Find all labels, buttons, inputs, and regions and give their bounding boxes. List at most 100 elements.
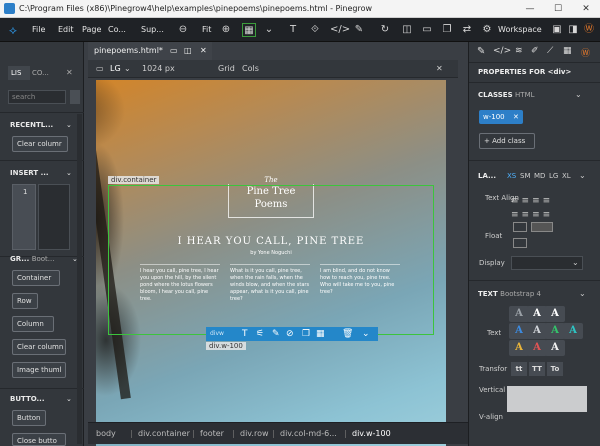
text-tool-icon[interactable]: T [242, 328, 248, 340]
remove-class-icon[interactable]: ✕ [513, 110, 519, 124]
layers-icon[interactable]: ❐ [440, 23, 454, 37]
classes-header[interactable]: CLASSES HTML [478, 91, 535, 99]
sliders-icon[interactable]: ⚟ [256, 328, 264, 340]
float-left-button[interactable] [513, 222, 527, 232]
breadcrumb-row[interactable]: div.row [240, 429, 269, 438]
text-color-muted[interactable]: A [509, 306, 529, 322]
text-color-success[interactable]: A [545, 323, 565, 339]
recent-header[interactable]: RECENTL... ⌄ [10, 121, 72, 129]
sync-icon[interactable]: ⇄ [460, 23, 474, 37]
class-chip[interactable]: w-100 ✕ [479, 110, 523, 124]
minimize-button[interactable]: — [516, 0, 544, 18]
close-device-icon[interactable]: ✕ [436, 64, 443, 73]
insert-grid-cell[interactable]: 1 [12, 184, 36, 250]
chevron-down-icon[interactable]: ⌄ [579, 289, 586, 298]
transform-lowercase[interactable]: tt [511, 362, 527, 376]
database-icon[interactable]: ≋ [515, 46, 523, 56]
maximize-button[interactable]: ☐ [544, 0, 572, 18]
breakpoint-lg[interactable]: LG [549, 172, 558, 180]
text-color-secondary[interactable]: A [527, 323, 547, 339]
dropdown-chevron-icon[interactable]: ⌄ [262, 23, 276, 37]
pinegrow-logo-icon[interactable]: ⟡ [6, 23, 20, 37]
brush-icon[interactable]: ✎ [272, 328, 280, 340]
search-scrollbar[interactable] [70, 90, 80, 104]
tab-close-icon[interactable]: ✕ [200, 42, 207, 60]
edit-icon[interactable]: ✐ [531, 46, 539, 56]
close-button-item[interactable]: Close butto [12, 433, 66, 446]
text-color-light[interactable]: A [545, 306, 565, 322]
grid-layout-icon[interactable]: ▦ [242, 23, 256, 37]
text-color-danger[interactable]: A [527, 340, 547, 356]
text-color-info[interactable]: A [563, 323, 583, 339]
chevron-down-icon[interactable]: ⌄ [362, 328, 370, 340]
ruler-icon[interactable]: ⟋ [547, 46, 553, 56]
column-button[interactable]: Column [12, 316, 54, 332]
tab-library[interactable]: LIS [8, 66, 30, 80]
workspace-label[interactable]: Workspace [498, 25, 542, 34]
menu-edit[interactable]: Edit [58, 25, 74, 34]
chevron-down-icon[interactable]: ⌄ [575, 90, 582, 99]
menu-co[interactable]: Co... [108, 25, 126, 34]
search-input[interactable]: search [8, 90, 66, 104]
device-icon[interactable]: ▭ [96, 64, 104, 73]
text-color-white[interactable]: A [527, 306, 547, 322]
breadcrumb-footer[interactable]: footer [200, 429, 224, 438]
close-window-button[interactable]: ✕ [572, 0, 600, 18]
buttons-header[interactable]: BUTTO... ⌄ [10, 395, 72, 403]
add-class-button[interactable]: + Add class [479, 133, 535, 149]
grid-header[interactable]: GR... Boot... ⌄ [10, 255, 78, 263]
code-view-icon[interactable]: </> [330, 23, 350, 37]
document-tab[interactable]: pinepoems.html* ▭ ◫ ✕ [88, 42, 212, 60]
breakpoint-sm[interactable]: SM [520, 172, 530, 180]
device-select[interactable]: LG [110, 64, 121, 73]
breadcrumb-container[interactable]: div.container [138, 429, 190, 438]
clear-column-button[interactable]: Clear column [12, 339, 66, 355]
left-panel-scrollbar[interactable] [77, 114, 82, 444]
chevron-down-icon[interactable]: ⌄ [579, 171, 586, 180]
insert-header[interactable]: INSERT ... ⌄ [10, 169, 72, 177]
container-button[interactable]: Container [12, 270, 60, 286]
breakpoint-xs[interactable]: XS [507, 172, 516, 180]
breadcrumb-col[interactable]: div.col-md-6... [280, 429, 337, 438]
layout-header[interactable]: LA... [478, 172, 496, 180]
grid-toggle[interactable]: Grid [218, 64, 235, 73]
tab-window-icon[interactable]: ▭ [170, 42, 178, 60]
window-icon[interactable]: ▭ [420, 23, 434, 37]
chevron-down-icon[interactable]: ⌄ [124, 64, 131, 73]
duplicate-icon[interactable]: ❐ [302, 328, 310, 340]
delete-icon[interactable]: 🗑 [342, 328, 353, 340]
edit-icon[interactable]: ✎ [352, 23, 366, 37]
tab-components[interactable]: CO... [32, 69, 49, 77]
menu-page[interactable]: Page [82, 25, 101, 34]
layout-toggle-icon[interactable]: ▣ [550, 23, 564, 37]
insert-grid-preview[interactable] [38, 184, 70, 250]
preview-icon[interactable]: ◫ [400, 23, 414, 37]
refresh-icon[interactable]: ↻ [378, 23, 392, 37]
breakpoint-xl[interactable]: XL [562, 172, 571, 180]
transform-capitalize[interactable]: To [547, 362, 563, 376]
display-select[interactable]: ⌄ [511, 256, 583, 270]
table-icon[interactable]: ▦ [316, 328, 325, 340]
zoom-out-icon[interactable]: ⊖ [176, 23, 190, 37]
wordpress-icon[interactable]: Ⓦ [581, 46, 590, 59]
text-header[interactable]: TEXT Bootstrap 4 [478, 290, 541, 298]
button-item[interactable]: Button [12, 410, 46, 426]
code-icon[interactable]: </> [493, 46, 511, 56]
text-color-primary[interactable]: A [509, 323, 529, 339]
float-none-button[interactable] [513, 238, 527, 248]
zoom-level[interactable]: Fit [202, 25, 211, 34]
wordpress-icon[interactable]: Ⓦ [582, 23, 596, 37]
breakpoint-md[interactable]: MD [534, 172, 545, 180]
transform-uppercase[interactable]: TT [529, 362, 545, 376]
text-tool-icon[interactable]: T [286, 23, 300, 37]
row-button[interactable]: Row [12, 293, 38, 309]
grid-icon[interactable]: ▦ [563, 46, 572, 56]
link-icon[interactable]: ⊘ [286, 328, 294, 340]
menu-file[interactable]: File [32, 25, 45, 34]
align-buttons[interactable]: ≡≡≡≡ [511, 196, 553, 206]
workspace-icon[interactable]: ⚙ [480, 23, 494, 37]
align-buttons-2[interactable]: ≡≡≡≡ [511, 210, 553, 220]
menu-sup[interactable]: Sup... [141, 25, 164, 34]
image-thumbnail-button[interactable]: Image thuml [12, 362, 66, 378]
cols-toggle[interactable]: Cols [242, 64, 259, 73]
